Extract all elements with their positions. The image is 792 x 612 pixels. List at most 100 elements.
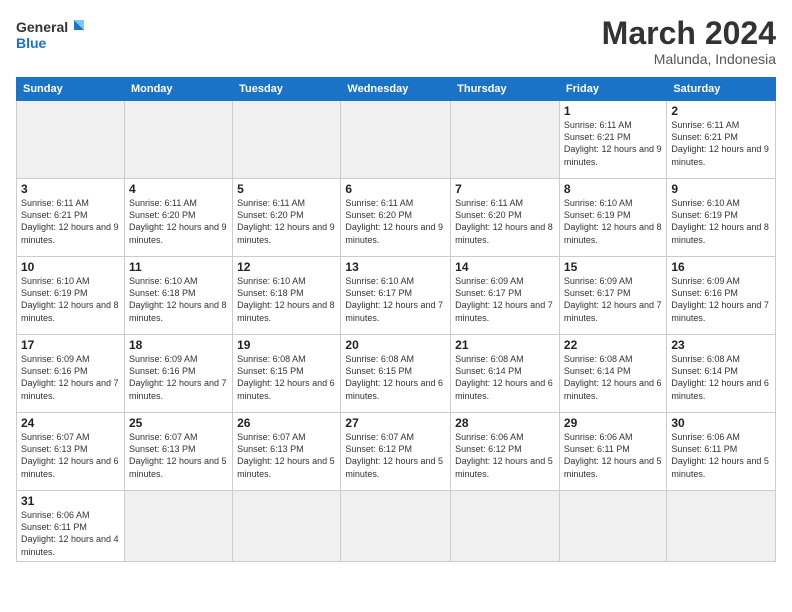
day-info: Sunrise: 6:11 AM Sunset: 6:20 PM Dayligh…: [455, 197, 555, 246]
day-number: 19: [237, 338, 336, 352]
header: General Blue March 2024 Malunda, Indones…: [16, 16, 776, 67]
calendar-cell: 8Sunrise: 6:10 AM Sunset: 6:19 PM Daylig…: [559, 179, 666, 257]
calendar-cell: 7Sunrise: 6:11 AM Sunset: 6:20 PM Daylig…: [451, 179, 560, 257]
day-number: 1: [564, 104, 662, 118]
day-number: 18: [129, 338, 228, 352]
location: Malunda, Indonesia: [602, 51, 776, 67]
calendar-cell: 20Sunrise: 6:08 AM Sunset: 6:15 PM Dayli…: [341, 335, 451, 413]
day-info: Sunrise: 6:09 AM Sunset: 6:16 PM Dayligh…: [21, 353, 120, 402]
calendar-cell: [451, 101, 560, 179]
day-info: Sunrise: 6:06 AM Sunset: 6:11 PM Dayligh…: [671, 431, 771, 480]
day-number: 8: [564, 182, 662, 196]
day-info: Sunrise: 6:11 AM Sunset: 6:20 PM Dayligh…: [345, 197, 446, 246]
day-info: Sunrise: 6:06 AM Sunset: 6:12 PM Dayligh…: [455, 431, 555, 480]
calendar-cell: [233, 491, 341, 562]
calendar-table: Sunday Monday Tuesday Wednesday Thursday…: [16, 77, 776, 562]
day-number: 24: [21, 416, 120, 430]
col-monday: Monday: [124, 78, 232, 101]
day-number: 17: [21, 338, 120, 352]
calendar-cell: 11Sunrise: 6:10 AM Sunset: 6:18 PM Dayli…: [124, 257, 232, 335]
svg-text:Blue: Blue: [16, 35, 47, 51]
day-number: 11: [129, 260, 228, 274]
day-number: 25: [129, 416, 228, 430]
calendar-cell: [451, 491, 560, 562]
svg-text:General: General: [16, 19, 68, 35]
calendar-cell: 29Sunrise: 6:06 AM Sunset: 6:11 PM Dayli…: [559, 413, 666, 491]
day-number: 12: [237, 260, 336, 274]
day-number: 29: [564, 416, 662, 430]
calendar-cell: [341, 491, 451, 562]
day-number: 23: [671, 338, 771, 352]
day-info: Sunrise: 6:10 AM Sunset: 6:18 PM Dayligh…: [237, 275, 336, 324]
title-block: March 2024 Malunda, Indonesia: [602, 16, 776, 67]
day-number: 6: [345, 182, 446, 196]
day-number: 13: [345, 260, 446, 274]
calendar-cell: 17Sunrise: 6:09 AM Sunset: 6:16 PM Dayli…: [17, 335, 125, 413]
calendar-cell: 31Sunrise: 6:06 AM Sunset: 6:11 PM Dayli…: [17, 491, 125, 562]
day-info: Sunrise: 6:10 AM Sunset: 6:18 PM Dayligh…: [129, 275, 228, 324]
calendar-cell: 19Sunrise: 6:08 AM Sunset: 6:15 PM Dayli…: [233, 335, 341, 413]
day-info: Sunrise: 6:09 AM Sunset: 6:16 PM Dayligh…: [129, 353, 228, 402]
calendar-cell: 4Sunrise: 6:11 AM Sunset: 6:20 PM Daylig…: [124, 179, 232, 257]
day-info: Sunrise: 6:06 AM Sunset: 6:11 PM Dayligh…: [21, 509, 120, 558]
day-info: Sunrise: 6:07 AM Sunset: 6:13 PM Dayligh…: [129, 431, 228, 480]
calendar-cell: [667, 491, 776, 562]
day-info: Sunrise: 6:08 AM Sunset: 6:15 PM Dayligh…: [237, 353, 336, 402]
calendar-cell: [233, 101, 341, 179]
calendar-cell: 25Sunrise: 6:07 AM Sunset: 6:13 PM Dayli…: [124, 413, 232, 491]
day-info: Sunrise: 6:08 AM Sunset: 6:15 PM Dayligh…: [345, 353, 446, 402]
day-info: Sunrise: 6:07 AM Sunset: 6:13 PM Dayligh…: [21, 431, 120, 480]
month-title: March 2024: [602, 16, 776, 51]
day-number: 31: [21, 494, 120, 508]
day-info: Sunrise: 6:09 AM Sunset: 6:17 PM Dayligh…: [564, 275, 662, 324]
calendar-cell: [17, 101, 125, 179]
day-number: 3: [21, 182, 120, 196]
day-number: 27: [345, 416, 446, 430]
day-info: Sunrise: 6:06 AM Sunset: 6:11 PM Dayligh…: [564, 431, 662, 480]
calendar-cell: 3Sunrise: 6:11 AM Sunset: 6:21 PM Daylig…: [17, 179, 125, 257]
day-number: 5: [237, 182, 336, 196]
day-number: 16: [671, 260, 771, 274]
calendar-cell: 1Sunrise: 6:11 AM Sunset: 6:21 PM Daylig…: [559, 101, 666, 179]
day-number: 20: [345, 338, 446, 352]
calendar-cell: 14Sunrise: 6:09 AM Sunset: 6:17 PM Dayli…: [451, 257, 560, 335]
calendar-cell: 2Sunrise: 6:11 AM Sunset: 6:21 PM Daylig…: [667, 101, 776, 179]
col-thursday: Thursday: [451, 78, 560, 101]
calendar-cell: [341, 101, 451, 179]
calendar-cell: 12Sunrise: 6:10 AM Sunset: 6:18 PM Dayli…: [233, 257, 341, 335]
day-info: Sunrise: 6:09 AM Sunset: 6:17 PM Dayligh…: [455, 275, 555, 324]
calendar-cell: 30Sunrise: 6:06 AM Sunset: 6:11 PM Dayli…: [667, 413, 776, 491]
day-info: Sunrise: 6:11 AM Sunset: 6:21 PM Dayligh…: [564, 119, 662, 168]
day-number: 26: [237, 416, 336, 430]
calendar-cell: 6Sunrise: 6:11 AM Sunset: 6:20 PM Daylig…: [341, 179, 451, 257]
day-info: Sunrise: 6:08 AM Sunset: 6:14 PM Dayligh…: [455, 353, 555, 402]
col-saturday: Saturday: [667, 78, 776, 101]
day-number: 22: [564, 338, 662, 352]
calendar-cell: [124, 101, 232, 179]
calendar-cell: 18Sunrise: 6:09 AM Sunset: 6:16 PM Dayli…: [124, 335, 232, 413]
day-info: Sunrise: 6:08 AM Sunset: 6:14 PM Dayligh…: [671, 353, 771, 402]
col-friday: Friday: [559, 78, 666, 101]
day-info: Sunrise: 6:11 AM Sunset: 6:20 PM Dayligh…: [129, 197, 228, 246]
generalblue-logo-icon: General Blue: [16, 16, 86, 54]
calendar-cell: 15Sunrise: 6:09 AM Sunset: 6:17 PM Dayli…: [559, 257, 666, 335]
calendar-cell: [124, 491, 232, 562]
col-sunday: Sunday: [17, 78, 125, 101]
day-number: 2: [671, 104, 771, 118]
col-tuesday: Tuesday: [233, 78, 341, 101]
calendar-header-row: Sunday Monday Tuesday Wednesday Thursday…: [17, 78, 776, 101]
day-info: Sunrise: 6:10 AM Sunset: 6:19 PM Dayligh…: [564, 197, 662, 246]
day-info: Sunrise: 6:07 AM Sunset: 6:13 PM Dayligh…: [237, 431, 336, 480]
day-info: Sunrise: 6:10 AM Sunset: 6:19 PM Dayligh…: [671, 197, 771, 246]
day-info: Sunrise: 6:10 AM Sunset: 6:17 PM Dayligh…: [345, 275, 446, 324]
day-number: 15: [564, 260, 662, 274]
day-info: Sunrise: 6:11 AM Sunset: 6:21 PM Dayligh…: [21, 197, 120, 246]
calendar-cell: 13Sunrise: 6:10 AM Sunset: 6:17 PM Dayli…: [341, 257, 451, 335]
calendar-cell: 27Sunrise: 6:07 AM Sunset: 6:12 PM Dayli…: [341, 413, 451, 491]
day-info: Sunrise: 6:07 AM Sunset: 6:12 PM Dayligh…: [345, 431, 446, 480]
col-wednesday: Wednesday: [341, 78, 451, 101]
day-number: 30: [671, 416, 771, 430]
day-number: 4: [129, 182, 228, 196]
day-number: 10: [21, 260, 120, 274]
calendar-cell: 9Sunrise: 6:10 AM Sunset: 6:19 PM Daylig…: [667, 179, 776, 257]
